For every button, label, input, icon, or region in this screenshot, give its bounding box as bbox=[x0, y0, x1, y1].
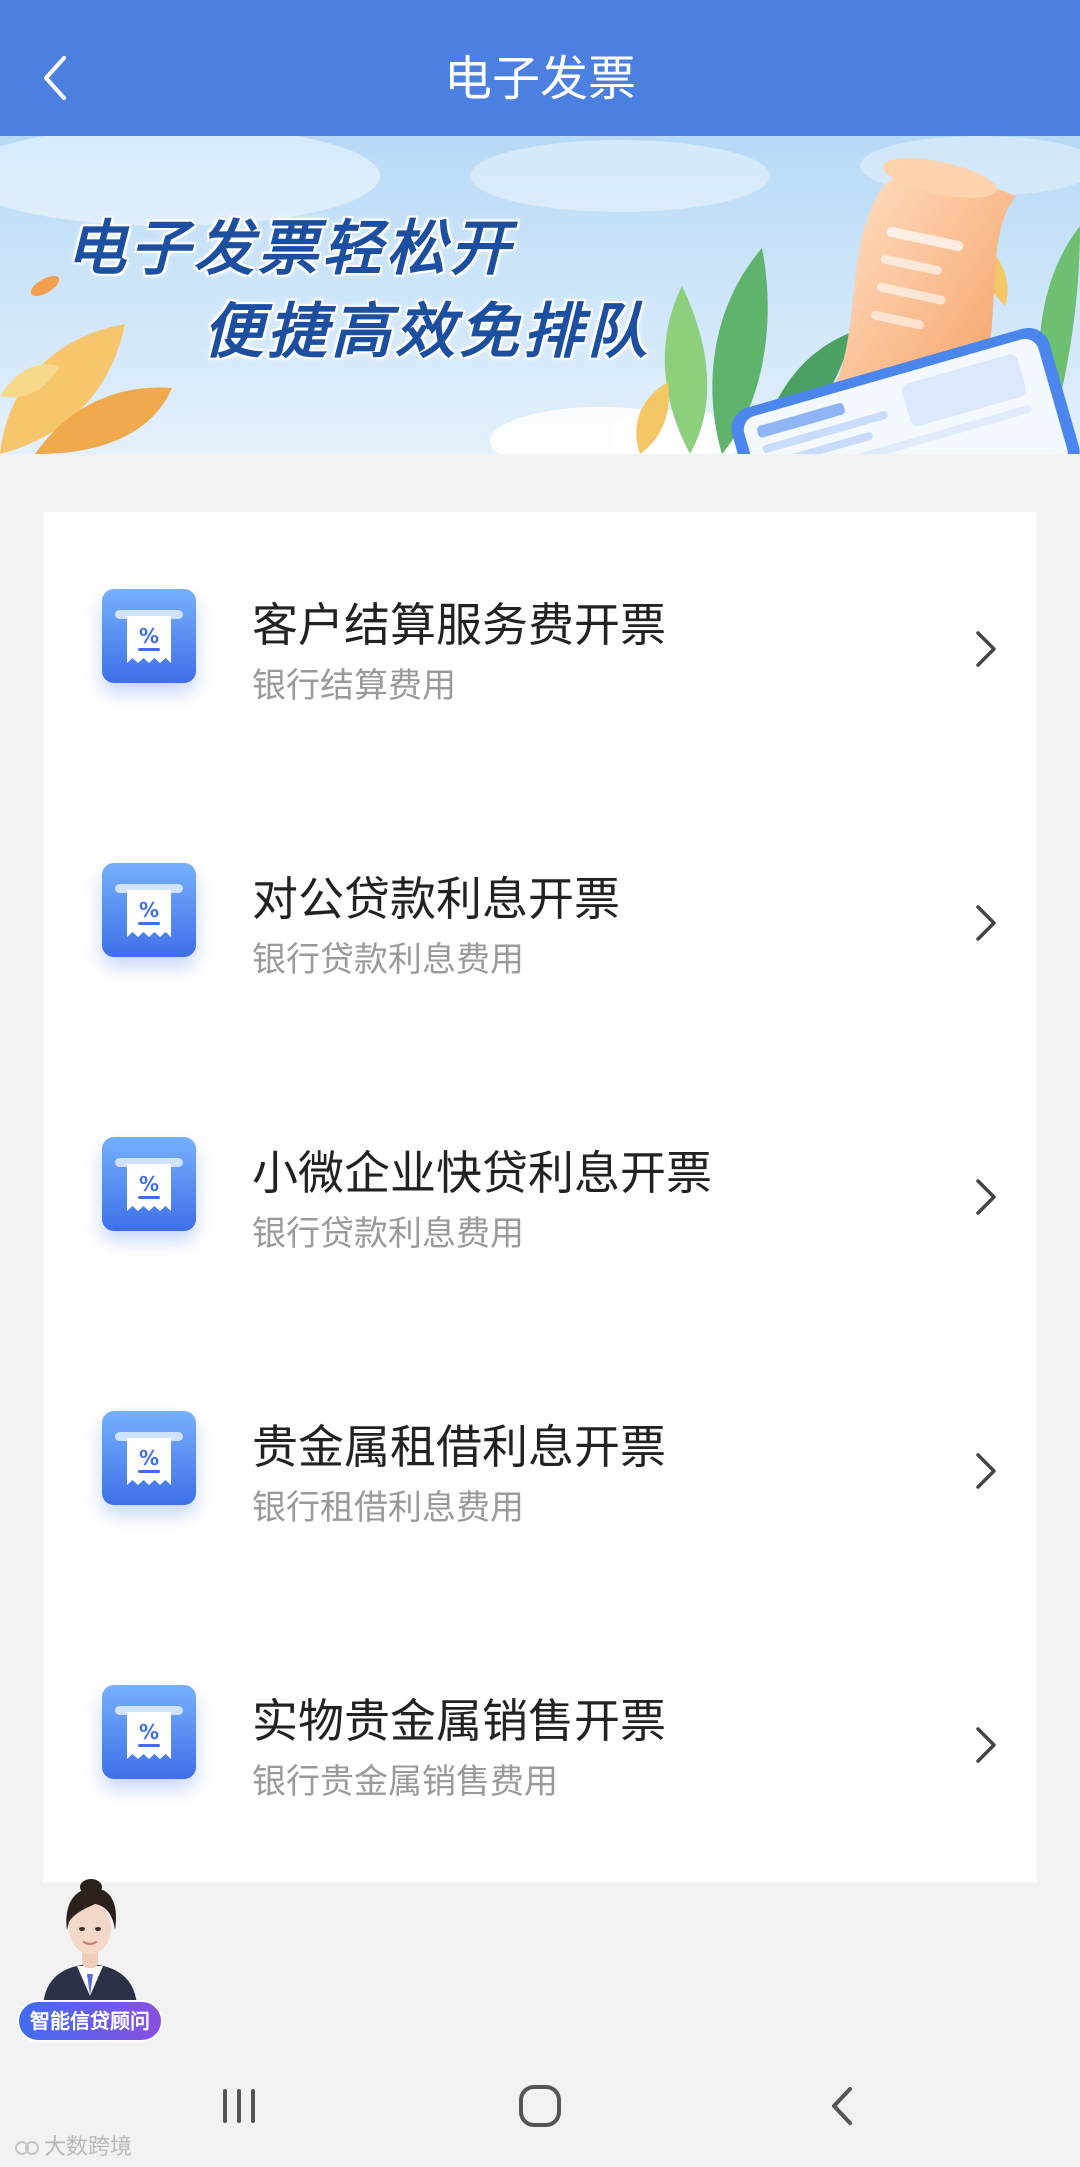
assistant-label: 智能信贷顾问 bbox=[17, 2000, 163, 2042]
list-item[interactable]: % 对公贷款利息开票 银行贷款利息费用 bbox=[43, 786, 1037, 1060]
svg-text:%: % bbox=[139, 1172, 159, 1196]
chevron-right-icon bbox=[976, 1453, 996, 1489]
watermark-text: 大数跨境 bbox=[44, 2135, 133, 2160]
svg-text:%: % bbox=[139, 1720, 159, 1744]
list-item[interactable]: % 贵金属租借利息开票 银行租借利息费用 bbox=[43, 1334, 1037, 1608]
watermark: 大数跨境 bbox=[14, 2134, 132, 2162]
invoice-percent-icon: % bbox=[102, 589, 196, 683]
watermark-logo-icon bbox=[15, 2141, 39, 2155]
invoice-percent-icon: % bbox=[102, 1685, 196, 1779]
item-title: 贵金属租借利息开票 bbox=[252, 1420, 666, 1474]
home-icon[interactable] bbox=[518, 2084, 562, 2128]
item-subtitle: 银行贵金属销售费用 bbox=[252, 1762, 558, 1802]
list-item[interactable]: % 客户结算服务费开票 银行结算费用 bbox=[43, 512, 1037, 786]
back-icon[interactable] bbox=[830, 2086, 854, 2126]
chevron-right-icon bbox=[976, 1727, 996, 1763]
promo-banner: 电子发票轻松开 便捷高效免排队 bbox=[0, 136, 1080, 454]
chevron-right-icon bbox=[976, 1179, 996, 1215]
top-app-bar: 电子发票 bbox=[0, 0, 1080, 136]
invoice-percent-icon: % bbox=[102, 1411, 196, 1505]
item-title: 客户结算服务费开票 bbox=[252, 598, 666, 652]
invoice-percent-icon: % bbox=[102, 863, 196, 957]
item-title: 小微企业快贷利息开票 bbox=[252, 1146, 712, 1200]
svg-text:%: % bbox=[139, 1446, 159, 1470]
item-subtitle: 银行租借利息费用 bbox=[252, 1488, 524, 1528]
invoice-percent-icon: % bbox=[102, 1137, 196, 1231]
invoice-service-list: % 客户结算服务费开票 银行结算费用 % 对公贷款利息开票 银行贷款利息费用 %… bbox=[43, 512, 1037, 1882]
item-subtitle: 银行结算费用 bbox=[252, 666, 456, 706]
item-subtitle: 银行贷款利息费用 bbox=[252, 940, 524, 980]
item-title: 实物贵金属销售开票 bbox=[252, 1694, 666, 1748]
banner-subheadline: 便捷高效免排队 bbox=[203, 297, 651, 367]
list-item[interactable]: % 小微企业快贷利息开票 银行贷款利息费用 bbox=[43, 1060, 1037, 1334]
banner-headline: 电子发票轻松开 bbox=[66, 214, 514, 284]
svg-text:%: % bbox=[139, 624, 159, 648]
advisor-avatar bbox=[43, 1879, 137, 2006]
item-title: 对公贷款利息开票 bbox=[252, 872, 620, 926]
chevron-right-icon bbox=[976, 631, 996, 667]
list-item[interactable]: % 实物贵金属销售开票 银行贵金属销售费用 bbox=[43, 1608, 1037, 1882]
chevron-right-icon bbox=[976, 905, 996, 941]
recent-apps-icon[interactable] bbox=[219, 2087, 259, 2125]
page-title: 电子发票 bbox=[443, 51, 636, 107]
item-subtitle: 银行贷款利息费用 bbox=[252, 1214, 524, 1254]
svg-text:%: % bbox=[139, 898, 159, 922]
banner-illustration bbox=[0, 136, 1080, 454]
loan-advisor-assistant[interactable]: 智能信贷顾问 bbox=[17, 1878, 167, 2046]
